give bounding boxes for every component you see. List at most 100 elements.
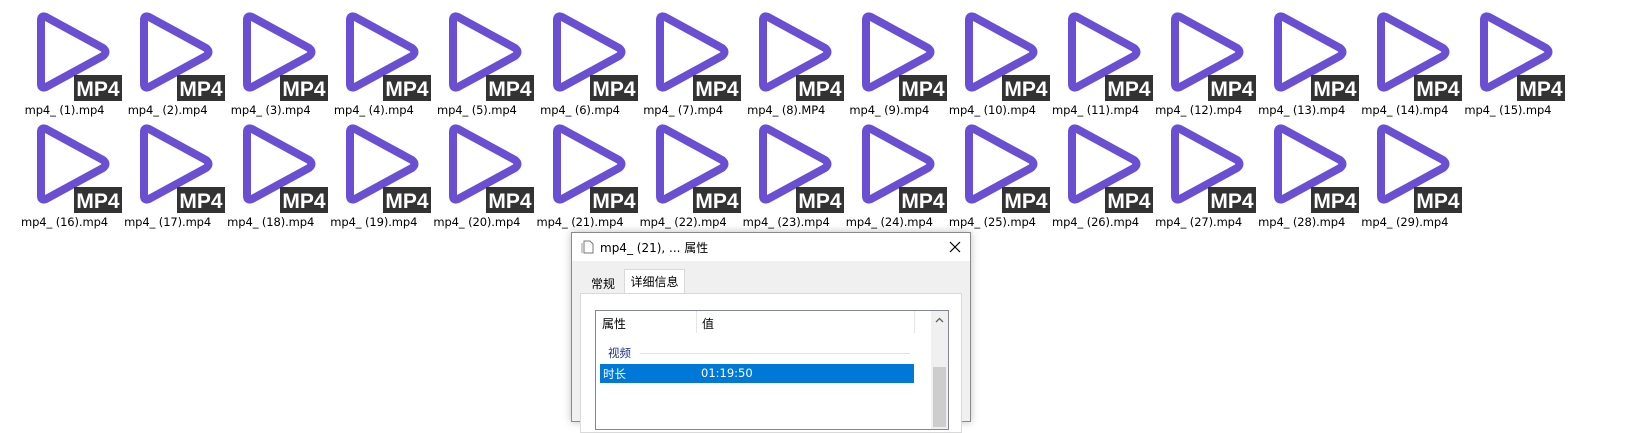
video-play-icon: MP4 xyxy=(37,124,122,213)
mp4-badge-label: MP4 xyxy=(1314,78,1358,101)
file-name: mp4_ (8).MP4 xyxy=(747,103,826,117)
video-play-icon: MP4 xyxy=(1171,124,1257,213)
file-name: mp4_ (25).mp4 xyxy=(948,215,1036,229)
video-play-icon: MP4 xyxy=(346,124,432,213)
file-name: mp4_ (23).mp4 xyxy=(742,215,830,229)
file-item[interactable]: MP4 mp4_ (26).mp4 xyxy=(1044,118,1153,230)
file-name: mp4_ (3).mp4 xyxy=(230,103,311,117)
file-name: mp4_ (19).mp4 xyxy=(330,215,418,229)
dialog-titlebar[interactable]: mp4_ (21), ... 属性 xyxy=(572,233,970,261)
file-item[interactable]: MP4 mp4_ (12).mp4 xyxy=(1147,6,1257,118)
file-grid: MP4 mp4_ (1).mp4 MP4 mp4_ (2).mp4 MP4 mp4_ (3… xyxy=(0,0,1644,240)
file-name: mp4_ (10).mp4 xyxy=(948,103,1036,117)
file-item[interactable]: MP4 mp4_ (22).mp4 xyxy=(632,118,741,230)
file-name: mp4_ (17).mp4 xyxy=(124,215,212,229)
mp4-badge-label: MP4 xyxy=(386,78,430,101)
column-header-value[interactable]: 值 xyxy=(696,311,915,333)
file-item[interactable]: MP4 mp4_ (16).mp4 xyxy=(13,118,122,230)
file-item[interactable]: MP4 mp4_ (4).mp4 xyxy=(322,6,432,118)
mp4-badge-label: MP4 xyxy=(489,78,533,101)
mp4-badge-label: MP4 xyxy=(695,78,739,101)
mp4-badge-label: MP4 xyxy=(1520,78,1564,101)
vertical-scrollbar[interactable] xyxy=(931,311,948,429)
file-item[interactable]: MP4 mp4_ (11).mp4 xyxy=(1044,6,1153,118)
file-item[interactable]: MP4 mp4_ (10).mp4 xyxy=(941,6,1050,118)
mp4-badge-label: MP4 xyxy=(592,190,636,213)
file-item[interactable]: MP4 mp4_ (17).mp4 xyxy=(116,118,226,230)
mp4-badge-label: MP4 xyxy=(1004,78,1048,101)
video-play-icon: MP4 xyxy=(1171,12,1257,101)
chevron-up-icon xyxy=(935,317,944,322)
close-button[interactable] xyxy=(940,233,970,261)
mp4-badge-label: MP4 xyxy=(283,78,327,101)
video-play-icon: MP4 xyxy=(1068,12,1153,101)
column-header-property-label: 属性 xyxy=(602,317,627,331)
file-item[interactable]: MP4 mp4_ (6).mp4 xyxy=(529,6,638,118)
video-play-icon: MP4 xyxy=(552,124,638,213)
file-item[interactable]: MP4 mp4_ (14).mp4 xyxy=(1353,6,1463,118)
video-play-icon: MP4 xyxy=(964,12,1050,101)
video-play-icon: MP4 xyxy=(758,12,844,101)
tab-general[interactable]: 常规 xyxy=(580,273,626,295)
mp4-badge-label: MP4 xyxy=(1107,78,1151,101)
column-header-property[interactable]: 属性 xyxy=(596,311,697,333)
video-play-icon: MP4 xyxy=(1377,12,1463,101)
video-play-icon: MP4 xyxy=(861,12,947,101)
video-play-icon: MP4 xyxy=(1377,124,1463,213)
video-play-icon: MP4 xyxy=(449,124,535,213)
video-play-icon: MP4 xyxy=(346,12,432,101)
file-item[interactable]: MP4 mp4_ (9).mp4 xyxy=(838,6,947,118)
file-item[interactable]: MP4 mp4_ (13).mp4 xyxy=(1250,6,1360,118)
file-item[interactable]: MP4 mp4_ (24).mp4 xyxy=(838,118,947,230)
mp4-badge-label: MP4 xyxy=(283,190,327,213)
mp4-badge-label: MP4 xyxy=(76,78,120,101)
file-item[interactable]: MP4 mp4_ (23).mp4 xyxy=(735,118,844,230)
property-list[interactable]: 属性 值 视频 时长 01:19:50 xyxy=(595,310,949,430)
file-item[interactable]: MP4 mp4_ (21).mp4 xyxy=(529,118,638,230)
mp4-badge-label: MP4 xyxy=(1314,190,1358,213)
column-header-value-label: 值 xyxy=(702,317,715,331)
file-item[interactable]: MP4 mp4_ (8).MP4 xyxy=(735,6,844,118)
file-item[interactable]: MP4 mp4_ (1).mp4 xyxy=(13,6,122,118)
list-item-duration[interactable]: 时长 01:19:50 xyxy=(600,364,914,383)
mp4-badge-label: MP4 xyxy=(695,190,739,213)
scroll-thumb[interactable] xyxy=(933,367,946,427)
file-item[interactable]: MP4 mp4_ (19).mp4 xyxy=(322,118,432,230)
file-name: mp4_ (28).mp4 xyxy=(1258,215,1346,229)
file-item[interactable]: MP4 mp4_ (2).mp4 xyxy=(116,6,226,118)
file-item[interactable]: MP4 mp4_ (3).mp4 xyxy=(219,6,329,118)
video-play-icon: MP4 xyxy=(243,124,329,213)
file-name: mp4_ (18).mp4 xyxy=(227,215,315,229)
video-play-icon: MP4 xyxy=(140,12,226,101)
details-panel: 属性 值 视频 时长 01:19:50 xyxy=(580,293,962,433)
mp4-badge-label: MP4 xyxy=(1107,190,1151,213)
video-play-icon: MP4 xyxy=(449,12,535,101)
video-play-icon: MP4 xyxy=(655,12,741,101)
video-play-icon: MP4 xyxy=(1480,12,1566,101)
file-name: mp4_ (2).mp4 xyxy=(127,103,208,117)
file-item[interactable]: MP4 mp4_ (29).mp4 xyxy=(1353,118,1463,230)
file-item[interactable]: MP4 mp4_ (27).mp4 xyxy=(1147,118,1257,230)
file-item[interactable]: MP4 mp4_ (20).mp4 xyxy=(425,118,535,230)
file-name: mp4_ (5).mp4 xyxy=(436,103,517,117)
mp4-badge-label: MP4 xyxy=(76,190,120,213)
mp4-badge-label: MP4 xyxy=(798,190,842,213)
video-play-icon: MP4 xyxy=(655,124,741,213)
mp4-badge-label: MP4 xyxy=(180,78,224,101)
file-item[interactable]: MP4 mp4_ (28).mp4 xyxy=(1250,118,1360,230)
file-name: mp4_ (7).mp4 xyxy=(643,103,723,117)
mp4-badge-label: MP4 xyxy=(1211,78,1255,101)
file-item[interactable]: MP4 mp4_ (15).mp4 xyxy=(1456,6,1566,118)
file-item[interactable]: MP4 mp4_ (18).mp4 xyxy=(219,118,329,230)
group-label: 视频 xyxy=(608,346,631,360)
property-name: 时长 xyxy=(603,367,626,381)
scroll-up-button[interactable] xyxy=(931,311,948,328)
file-name: mp4_ (1).mp4 xyxy=(24,103,105,117)
file-item[interactable]: MP4 mp4_ (7).mp4 xyxy=(632,6,741,118)
tab-details[interactable]: 详细信息 xyxy=(624,269,685,294)
video-play-icon: MP4 xyxy=(37,12,122,101)
file-item[interactable]: MP4 mp4_ (5).mp4 xyxy=(425,6,535,118)
video-play-icon: MP4 xyxy=(1274,124,1360,213)
file-item[interactable]: MP4 mp4_ (25).mp4 xyxy=(941,118,1050,230)
file-icon xyxy=(581,240,594,254)
